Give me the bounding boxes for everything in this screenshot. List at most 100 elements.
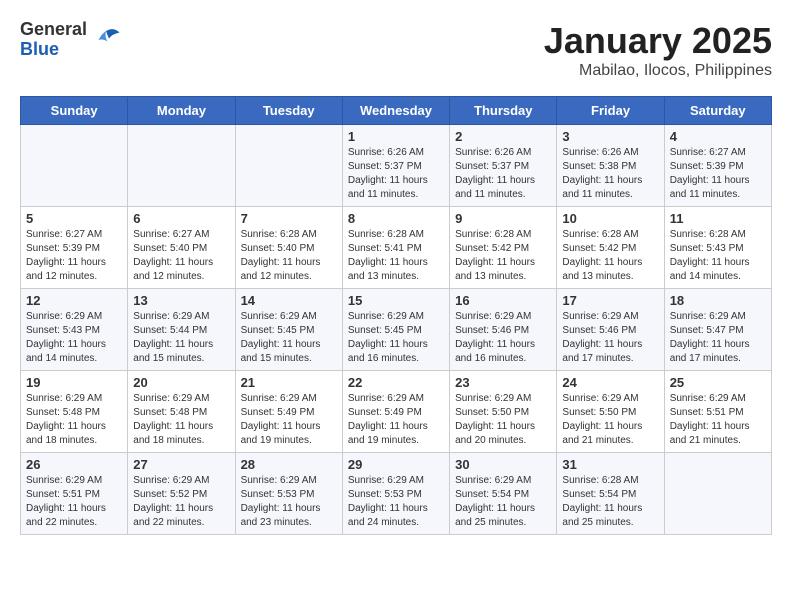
day-number: 28	[241, 457, 337, 472]
sunrise-text: Sunrise: 6:29 AM	[670, 393, 746, 404]
logo-bird-icon	[91, 25, 121, 55]
daylight-text: Daylight: 11 hours and 22 minutes.	[26, 503, 106, 528]
calendar-day-cell: 21 Sunrise: 6:29 AM Sunset: 5:49 PM Dayl…	[235, 371, 342, 453]
calendar-week-row: 26 Sunrise: 6:29 AM Sunset: 5:51 PM Dayl…	[21, 453, 772, 535]
day-info: Sunrise: 6:29 AM Sunset: 5:46 PM Dayligh…	[455, 310, 551, 366]
calendar-week-row: 1 Sunrise: 6:26 AM Sunset: 5:37 PM Dayli…	[21, 125, 772, 207]
sunset-text: Sunset: 5:43 PM	[670, 243, 744, 254]
day-number: 9	[455, 211, 551, 226]
day-number: 17	[562, 293, 658, 308]
daylight-text: Daylight: 11 hours and 17 minutes.	[562, 339, 642, 364]
day-info: Sunrise: 6:29 AM Sunset: 5:45 PM Dayligh…	[241, 310, 337, 366]
daylight-text: Daylight: 11 hours and 25 minutes.	[455, 503, 535, 528]
sunrise-text: Sunrise: 6:29 AM	[348, 311, 424, 322]
calendar-day-cell: 14 Sunrise: 6:29 AM Sunset: 5:45 PM Dayl…	[235, 289, 342, 371]
daylight-text: Daylight: 11 hours and 12 minutes.	[133, 257, 213, 282]
sunrise-text: Sunrise: 6:26 AM	[455, 147, 531, 158]
sunset-text: Sunset: 5:50 PM	[562, 407, 636, 418]
sunrise-text: Sunrise: 6:28 AM	[241, 229, 317, 240]
calendar-day-cell	[235, 125, 342, 207]
calendar-day-cell: 30 Sunrise: 6:29 AM Sunset: 5:54 PM Dayl…	[450, 453, 557, 535]
sunrise-text: Sunrise: 6:29 AM	[241, 475, 317, 486]
calendar-week-row: 5 Sunrise: 6:27 AM Sunset: 5:39 PM Dayli…	[21, 207, 772, 289]
day-info: Sunrise: 6:29 AM Sunset: 5:53 PM Dayligh…	[348, 474, 444, 530]
sunset-text: Sunset: 5:45 PM	[241, 325, 315, 336]
day-number: 5	[26, 211, 122, 226]
sunset-text: Sunset: 5:37 PM	[348, 161, 422, 172]
logo-blue: Blue	[20, 40, 87, 60]
sunrise-text: Sunrise: 6:28 AM	[562, 229, 638, 240]
sunset-text: Sunset: 5:44 PM	[133, 325, 207, 336]
calendar-day-cell: 23 Sunrise: 6:29 AM Sunset: 5:50 PM Dayl…	[450, 371, 557, 453]
calendar-day-cell: 27 Sunrise: 6:29 AM Sunset: 5:52 PM Dayl…	[128, 453, 235, 535]
sunset-text: Sunset: 5:49 PM	[348, 407, 422, 418]
calendar-day-cell: 10 Sunrise: 6:28 AM Sunset: 5:42 PM Dayl…	[557, 207, 664, 289]
daylight-text: Daylight: 11 hours and 24 minutes.	[348, 503, 428, 528]
calendar-day-cell: 29 Sunrise: 6:29 AM Sunset: 5:53 PM Dayl…	[342, 453, 449, 535]
sunset-text: Sunset: 5:42 PM	[562, 243, 636, 254]
calendar-day-cell: 5 Sunrise: 6:27 AM Sunset: 5:39 PM Dayli…	[21, 207, 128, 289]
day-number: 18	[670, 293, 766, 308]
sunrise-text: Sunrise: 6:28 AM	[348, 229, 424, 240]
daylight-text: Daylight: 11 hours and 22 minutes.	[133, 503, 213, 528]
sunrise-text: Sunrise: 6:29 AM	[348, 393, 424, 404]
day-number: 19	[26, 375, 122, 390]
day-number: 14	[241, 293, 337, 308]
calendar-day-cell: 3 Sunrise: 6:26 AM Sunset: 5:38 PM Dayli…	[557, 125, 664, 207]
day-info: Sunrise: 6:29 AM Sunset: 5:50 PM Dayligh…	[562, 392, 658, 448]
daylight-text: Daylight: 11 hours and 21 minutes.	[562, 421, 642, 446]
sunset-text: Sunset: 5:52 PM	[133, 489, 207, 500]
day-info: Sunrise: 6:28 AM Sunset: 5:42 PM Dayligh…	[455, 228, 551, 284]
sunrise-text: Sunrise: 6:27 AM	[670, 147, 746, 158]
daylight-text: Daylight: 11 hours and 12 minutes.	[241, 257, 321, 282]
sunrise-text: Sunrise: 6:29 AM	[133, 475, 209, 486]
calendar-day-cell: 24 Sunrise: 6:29 AM Sunset: 5:50 PM Dayl…	[557, 371, 664, 453]
calendar-day-cell	[664, 453, 771, 535]
weekday-header: Friday	[557, 97, 664, 125]
day-info: Sunrise: 6:28 AM Sunset: 5:41 PM Dayligh…	[348, 228, 444, 284]
daylight-text: Daylight: 11 hours and 18 minutes.	[133, 421, 213, 446]
calendar-day-cell: 2 Sunrise: 6:26 AM Sunset: 5:37 PM Dayli…	[450, 125, 557, 207]
day-info: Sunrise: 6:29 AM Sunset: 5:46 PM Dayligh…	[562, 310, 658, 366]
sunrise-text: Sunrise: 6:29 AM	[133, 393, 209, 404]
day-number: 21	[241, 375, 337, 390]
sunset-text: Sunset: 5:41 PM	[348, 243, 422, 254]
sunset-text: Sunset: 5:54 PM	[455, 489, 529, 500]
calendar-day-cell: 1 Sunrise: 6:26 AM Sunset: 5:37 PM Dayli…	[342, 125, 449, 207]
weekday-header: Sunday	[21, 97, 128, 125]
day-number: 23	[455, 375, 551, 390]
sunset-text: Sunset: 5:39 PM	[26, 243, 100, 254]
day-info: Sunrise: 6:29 AM Sunset: 5:48 PM Dayligh…	[133, 392, 229, 448]
calendar-day-cell: 9 Sunrise: 6:28 AM Sunset: 5:42 PM Dayli…	[450, 207, 557, 289]
sunset-text: Sunset: 5:40 PM	[241, 243, 315, 254]
day-number: 31	[562, 457, 658, 472]
calendar-day-cell: 13 Sunrise: 6:29 AM Sunset: 5:44 PM Dayl…	[128, 289, 235, 371]
calendar-week-row: 12 Sunrise: 6:29 AM Sunset: 5:43 PM Dayl…	[21, 289, 772, 371]
weekday-header: Saturday	[664, 97, 771, 125]
day-info: Sunrise: 6:29 AM Sunset: 5:51 PM Dayligh…	[26, 474, 122, 530]
day-number: 3	[562, 129, 658, 144]
sunrise-text: Sunrise: 6:29 AM	[455, 311, 531, 322]
sunset-text: Sunset: 5:53 PM	[348, 489, 422, 500]
day-number: 12	[26, 293, 122, 308]
calendar-day-cell: 7 Sunrise: 6:28 AM Sunset: 5:40 PM Dayli…	[235, 207, 342, 289]
daylight-text: Daylight: 11 hours and 13 minutes.	[562, 257, 642, 282]
sunrise-text: Sunrise: 6:27 AM	[26, 229, 102, 240]
calendar-day-cell: 4 Sunrise: 6:27 AM Sunset: 5:39 PM Dayli…	[664, 125, 771, 207]
sunrise-text: Sunrise: 6:28 AM	[670, 229, 746, 240]
day-info: Sunrise: 6:29 AM Sunset: 5:44 PM Dayligh…	[133, 310, 229, 366]
calendar-day-cell: 26 Sunrise: 6:29 AM Sunset: 5:51 PM Dayl…	[21, 453, 128, 535]
day-info: Sunrise: 6:26 AM Sunset: 5:37 PM Dayligh…	[348, 146, 444, 202]
sunrise-text: Sunrise: 6:29 AM	[241, 393, 317, 404]
calendar-day-cell: 25 Sunrise: 6:29 AM Sunset: 5:51 PM Dayl…	[664, 371, 771, 453]
sunset-text: Sunset: 5:38 PM	[562, 161, 636, 172]
calendar-day-cell: 11 Sunrise: 6:28 AM Sunset: 5:43 PM Dayl…	[664, 207, 771, 289]
day-number: 2	[455, 129, 551, 144]
day-number: 29	[348, 457, 444, 472]
daylight-text: Daylight: 11 hours and 14 minutes.	[26, 339, 106, 364]
day-info: Sunrise: 6:26 AM Sunset: 5:37 PM Dayligh…	[455, 146, 551, 202]
daylight-text: Daylight: 11 hours and 21 minutes.	[670, 421, 750, 446]
logo: General Blue	[20, 20, 121, 60]
page-title: January 2025	[544, 20, 772, 62]
logo-general: General	[20, 20, 87, 40]
